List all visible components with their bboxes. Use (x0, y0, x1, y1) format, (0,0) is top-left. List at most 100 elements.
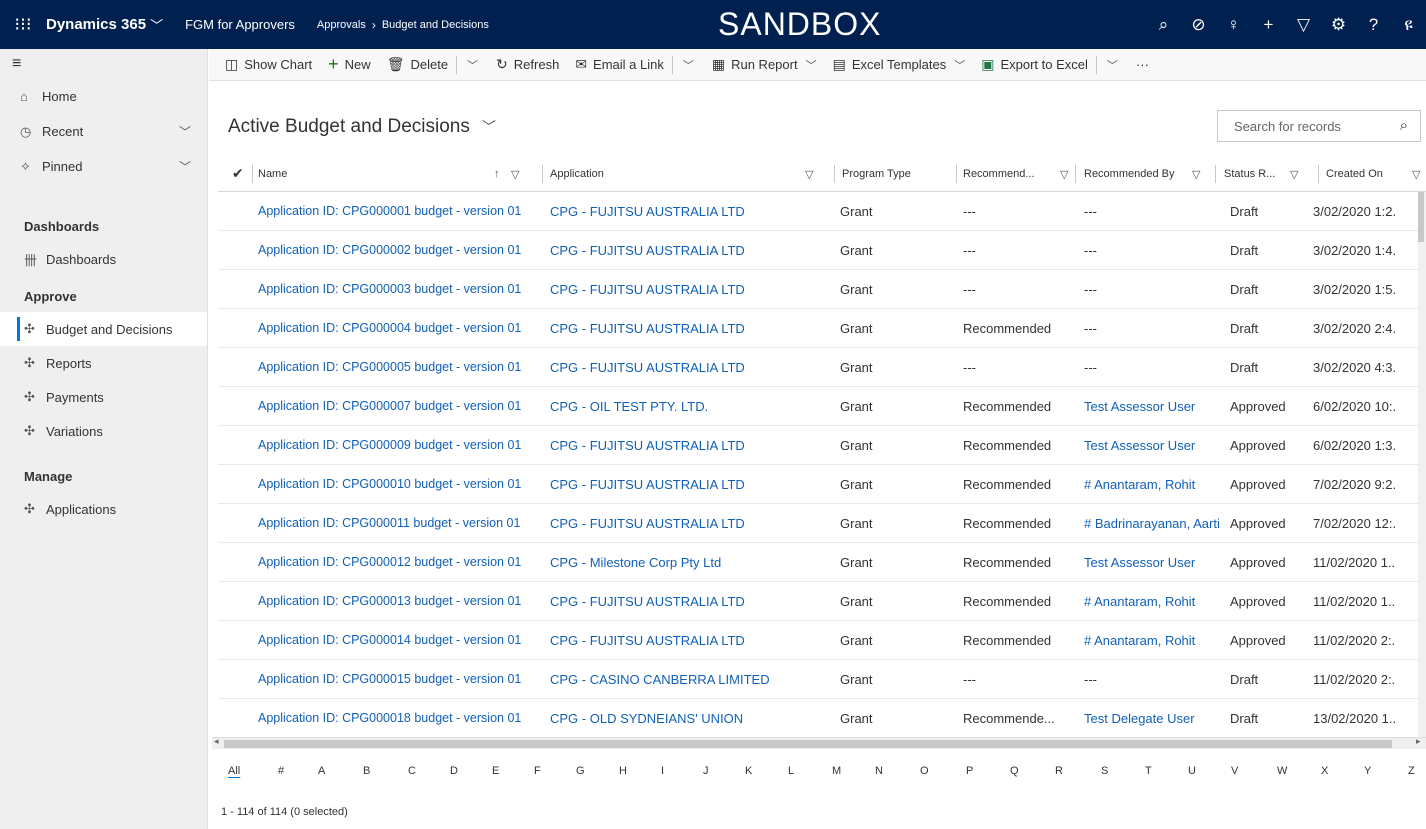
alphabet-filter-u[interactable]: U (1188, 765, 1196, 777)
nav-applications[interactable]: ✣ Applications (0, 492, 207, 526)
column-header-program-type[interactable]: Program Type (842, 156, 952, 192)
cell-name[interactable]: Application ID: CPG000011 budget - versi… (258, 504, 550, 542)
nav-budget-and-decisions[interactable]: ✣ Budget and Decisions (0, 312, 207, 346)
cell-application[interactable]: CPG - FUJITSU AUSTRALIA LTD (550, 582, 836, 620)
nav-home[interactable]: ⌂ Home (0, 79, 207, 114)
alphabet-filter-p[interactable]: P (966, 765, 973, 777)
table-row[interactable]: Application ID: CPG000009 budget - versi… (218, 426, 1426, 465)
chevron-down-icon[interactable]: ﹀ (482, 117, 496, 137)
cell-name[interactable]: Application ID: CPG000004 budget - versi… (258, 309, 550, 347)
app-launcher-icon[interactable]: ⁝⁝⁝ (0, 0, 46, 49)
alphabet-filter-y[interactable]: Y (1364, 765, 1371, 777)
hamburger-menu-icon[interactable]: ≡ (0, 49, 207, 79)
alphabet-filter-s[interactable]: S (1101, 765, 1108, 777)
table-row[interactable]: Application ID: CPG000007 budget - versi… (218, 387, 1426, 426)
table-row[interactable]: Application ID: CPG000003 budget - versi… (218, 270, 1426, 309)
alphabet-filter-m[interactable]: M (832, 765, 841, 777)
delete-button[interactable]: 🗑 Delete (379, 49, 456, 81)
column-header-created-on[interactable]: Created On ▽ (1326, 156, 1424, 192)
table-row[interactable]: Application ID: CPG000012 budget - versi… (218, 543, 1426, 582)
filter-icon[interactable]: ▽ (1192, 168, 1200, 181)
nav-payments[interactable]: ✣ Payments (0, 380, 207, 414)
table-row[interactable]: Application ID: CPG000018 budget - versi… (218, 699, 1426, 736)
cell-application[interactable]: CPG - OLD SYDNEIANS' UNION (550, 699, 836, 736)
alphabet-filter-hash[interactable]: # (278, 765, 284, 777)
filter-icon[interactable]: ▽ (1412, 168, 1420, 181)
cell-name[interactable]: Application ID: CPG000002 budget - versi… (258, 231, 550, 269)
alphabet-filter-x[interactable]: X (1321, 765, 1328, 777)
alphabet-filter-f[interactable]: F (534, 765, 541, 777)
table-row[interactable]: Application ID: CPG000011 budget - versi… (218, 504, 1426, 543)
plus-icon[interactable]: + (1251, 15, 1286, 35)
cell-application[interactable]: CPG - CASINO CANBERRA LIMITED (550, 660, 836, 698)
cell-application[interactable]: CPG - FUJITSU AUSTRALIA LTD (550, 309, 836, 347)
show-chart-button[interactable]: ◫ Show Chart (217, 49, 320, 81)
column-header-recommended-by[interactable]: Recommended By ▽ (1084, 156, 1212, 192)
table-row[interactable]: Application ID: CPG000014 budget - versi… (218, 621, 1426, 660)
alphabet-filter-q[interactable]: Q (1010, 765, 1019, 777)
cell-recommended-by[interactable]: # Badrinarayanan, Aarti (1084, 504, 1224, 542)
lightbulb-icon[interactable]: ♀ (1216, 15, 1251, 35)
alphabet-filter-k[interactable]: K (745, 765, 752, 777)
cell-name[interactable]: Application ID: CPG000014 budget - versi… (258, 621, 550, 659)
cell-name[interactable]: Application ID: CPG000001 budget - versi… (258, 192, 550, 230)
table-row[interactable]: Application ID: CPG000005 budget - versi… (218, 348, 1426, 387)
alphabet-filter-h[interactable]: H (619, 765, 627, 777)
cell-application[interactable]: CPG - FUJITSU AUSTRALIA LTD (550, 621, 836, 659)
cell-name[interactable]: Application ID: CPG000010 budget - versi… (258, 465, 550, 503)
cell-recommended-by[interactable]: Test Assessor User (1084, 387, 1224, 425)
alphabet-filter-z[interactable]: Z (1408, 765, 1415, 777)
excel-templates-button[interactable]: ▤ Excel Templates ﹀ (825, 49, 974, 81)
alphabet-filter-b[interactable]: B (363, 765, 370, 777)
cell-name[interactable]: Application ID: CPG000012 budget - versi… (258, 543, 550, 581)
cell-application[interactable]: CPG - Milestone Corp Pty Ltd (550, 543, 836, 581)
cell-recommended-by[interactable]: Test Delegate User (1084, 699, 1224, 736)
alphabet-filter-j[interactable]: J (703, 765, 709, 777)
alphabet-filter-d[interactable]: D (450, 765, 458, 777)
view-selector[interactable]: Active Budget and Decisions ﹀ (228, 116, 496, 138)
alphabet-filter-all[interactable]: All (228, 765, 240, 777)
filter-icon[interactable]: ▽ (511, 168, 519, 181)
brand-name[interactable]: Dynamics 365 (46, 16, 146, 33)
cell-application[interactable]: CPG - FUJITSU AUSTRALIA LTD (550, 192, 836, 230)
cell-application[interactable]: CPG - FUJITSU AUSTRALIA LTD (550, 231, 836, 269)
delete-more-chevron-icon[interactable]: ﹀ (457, 57, 488, 73)
scroll-left-icon[interactable]: ◂ (214, 736, 219, 747)
nav-recent[interactable]: ◷ Recent ﹀ (0, 114, 207, 149)
alphabet-filter-o[interactable]: O (920, 765, 929, 777)
email-more-chevron-icon[interactable]: ﹀ (673, 57, 704, 73)
cell-name[interactable]: Application ID: CPG000003 budget - versi… (258, 270, 550, 308)
column-header-recommendation[interactable]: Recommend... ▽ (963, 156, 1075, 192)
email-link-button[interactable]: ✉ Email a Link (567, 49, 672, 81)
cell-recommended-by[interactable]: Test Assessor User (1084, 543, 1224, 581)
table-row[interactable]: Application ID: CPG000002 budget - versi… (218, 231, 1426, 270)
table-row[interactable]: Application ID: CPG000001 budget - versi… (218, 192, 1426, 231)
alphabet-filter-n[interactable]: N (875, 765, 883, 777)
table-row[interactable]: Application ID: CPG000004 budget - versi… (218, 309, 1426, 348)
alphabet-filter-t[interactable]: T (1145, 765, 1152, 777)
breadcrumb-parent[interactable]: Approvals (317, 19, 366, 31)
nav-reports[interactable]: ✣ Reports (0, 346, 207, 380)
horizontal-scrollbar-thumb[interactable] (224, 740, 1392, 748)
new-button[interactable]: + New (320, 49, 379, 81)
scroll-right-icon[interactable]: ▸ (1416, 736, 1421, 747)
cell-name[interactable]: Application ID: CPG000005 budget - versi… (258, 348, 550, 386)
task-flow-icon[interactable]: ⊘ (1181, 15, 1216, 35)
filter-icon[interactable]: ▽ (805, 168, 813, 181)
nav-dashboards[interactable]: 卌 Dashboards (0, 242, 207, 276)
cell-name[interactable]: Application ID: CPG000007 budget - versi… (258, 387, 550, 425)
help-icon[interactable]: ? (1356, 15, 1391, 35)
horizontal-scrollbar[interactable]: ◂ ▸ (212, 736, 1426, 749)
cell-recommended-by[interactable]: # Anantaram, Rohit (1084, 582, 1224, 620)
alphabet-filter-i[interactable]: I (661, 765, 664, 777)
alphabet-filter-v[interactable]: V (1231, 765, 1238, 777)
alphabet-filter-c[interactable]: C (408, 765, 416, 777)
cell-application[interactable]: CPG - FUJITSU AUSTRALIA LTD (550, 348, 836, 386)
app-name[interactable]: FGM for Approvers (185, 17, 295, 32)
alphabet-filter-r[interactable]: R (1055, 765, 1063, 777)
cell-application[interactable]: CPG - FUJITSU AUSTRALIA LTD (550, 504, 836, 542)
alphabet-filter-g[interactable]: G (576, 765, 585, 777)
cell-application[interactable]: CPG - FUJITSU AUSTRALIA LTD (550, 426, 836, 464)
alphabet-filter-a[interactable]: A (318, 765, 325, 777)
refresh-button[interactable]: ↻ Refresh (488, 49, 567, 81)
